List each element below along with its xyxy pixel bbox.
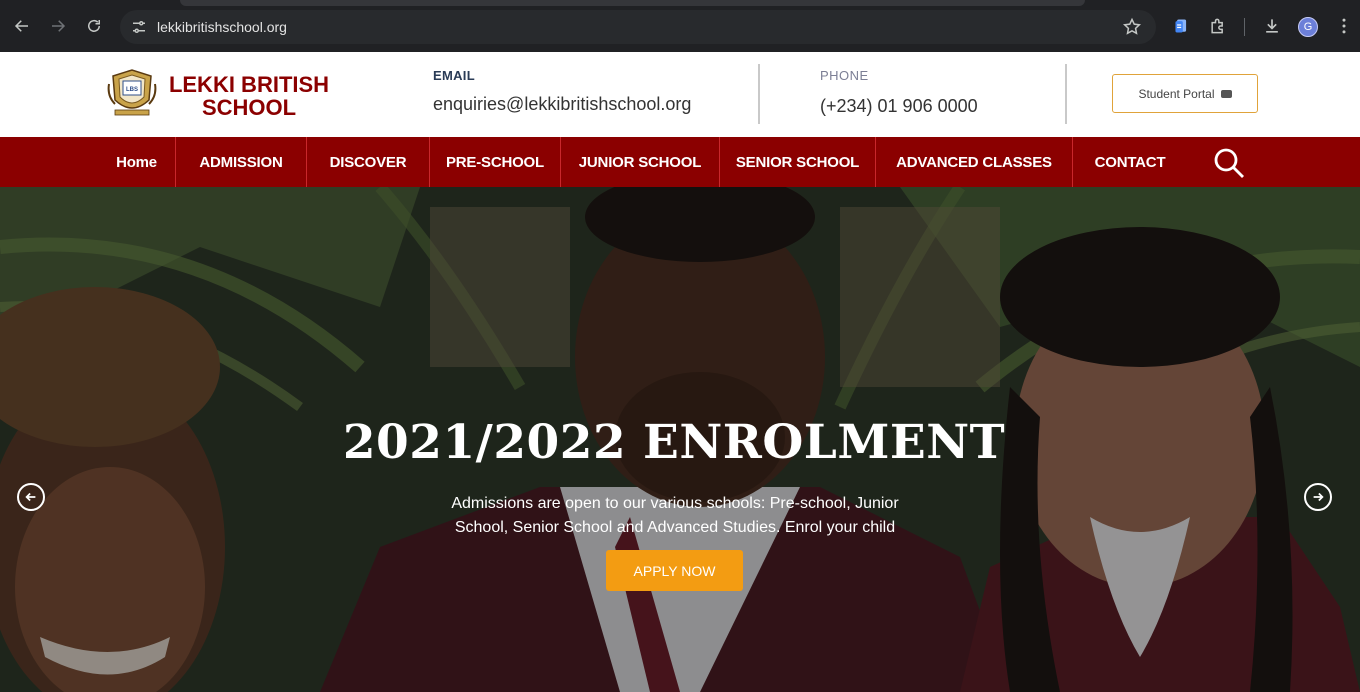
hero-title: 2021/2022 ENROLMENT [342, 415, 1006, 470]
student-portal-button[interactable]: Student Portal [1112, 74, 1258, 113]
profile-avatar[interactable]: G [1298, 17, 1318, 37]
address-bar[interactable]: lekkibritishschool.org [120, 10, 1156, 44]
slider-next-button[interactable] [1304, 483, 1332, 511]
extensions-button[interactable] [1207, 15, 1229, 37]
phone-value[interactable]: (+234) 01 906 0000 [820, 96, 978, 117]
logo-line-1: LEKKI BRITISH [168, 72, 330, 97]
reload-button[interactable] [82, 14, 106, 38]
hero-slider: 2021/2022 ENROLMENT Admissions are open … [0, 187, 1360, 692]
phone-label: PHONE [820, 68, 869, 83]
url-text[interactable]: lekkibritishschool.org [157, 19, 287, 35]
email-value[interactable]: enquiries@lekkibritishschool.org [433, 94, 691, 115]
nav-item-discover[interactable]: DISCOVER [307, 137, 429, 187]
docs-icon [1175, 19, 1187, 33]
nav-item-home[interactable]: Home [98, 137, 175, 187]
kebab-menu-icon [1342, 18, 1346, 34]
nav-item-pre-school[interactable]: PRE-SCHOOL [430, 137, 560, 187]
main-navigation: Home ADMISSION DISCOVER PRE-SCHOOL JUNIO… [0, 137, 1360, 187]
header-divider [1065, 64, 1067, 124]
toolbar-divider [1244, 18, 1245, 36]
nav-item-admission[interactable]: ADMISSION [176, 137, 306, 187]
student-portal-label: Student Portal [1138, 86, 1215, 101]
site-header: LBS LEKKI BRITISH SCHOOL EMAIL enquiries… [0, 52, 1360, 137]
tune-icon[interactable] [130, 18, 148, 36]
browser-menu-button[interactable] [1333, 15, 1355, 37]
browser-toolbar: lekkibritishschool.org G [0, 0, 1360, 52]
crest-lettering: LBS [126, 87, 138, 93]
logo-line-2: SCHOOL [201, 95, 297, 120]
search-icon[interactable] [1212, 146, 1246, 180]
school-name-logo[interactable]: LEKKI BRITISH SCHOOL [164, 73, 334, 119]
nav-item-advanced-classes[interactable]: ADVANCED CLASSES [876, 137, 1072, 187]
download-icon [1266, 19, 1278, 33]
back-button[interactable] [10, 14, 34, 38]
puzzle-icon [1211, 18, 1223, 34]
reload-icon [88, 19, 100, 32]
nav-item-junior-school[interactable]: JUNIOR SCHOOL [561, 137, 719, 187]
circle-arrow-left-icon [25, 492, 36, 502]
docs-extension-button[interactable] [1171, 15, 1193, 37]
youtube-icon [1220, 89, 1232, 98]
forward-button[interactable] [46, 14, 70, 38]
nav-item-contact[interactable]: CONTACT [1073, 137, 1187, 187]
tab-strip-edge [180, 0, 1085, 6]
school-crest-logo[interactable]: LBS [107, 66, 157, 118]
slider-prev-button[interactable] [17, 483, 45, 511]
nav-item-senior-school[interactable]: SENIOR SCHOOL [720, 137, 875, 187]
email-label: EMAIL [433, 68, 475, 83]
apply-now-button[interactable]: APPLY NOW [606, 550, 743, 591]
arrow-right-icon [52, 20, 66, 32]
circle-arrow-right-icon [1313, 492, 1324, 502]
star-icon[interactable] [1122, 17, 1142, 37]
hero-subtitle: Admissions are open to our various schoo… [451, 495, 899, 536]
download-button[interactable] [1261, 15, 1283, 37]
arrow-left-icon [14, 20, 28, 32]
header-divider [758, 64, 760, 124]
